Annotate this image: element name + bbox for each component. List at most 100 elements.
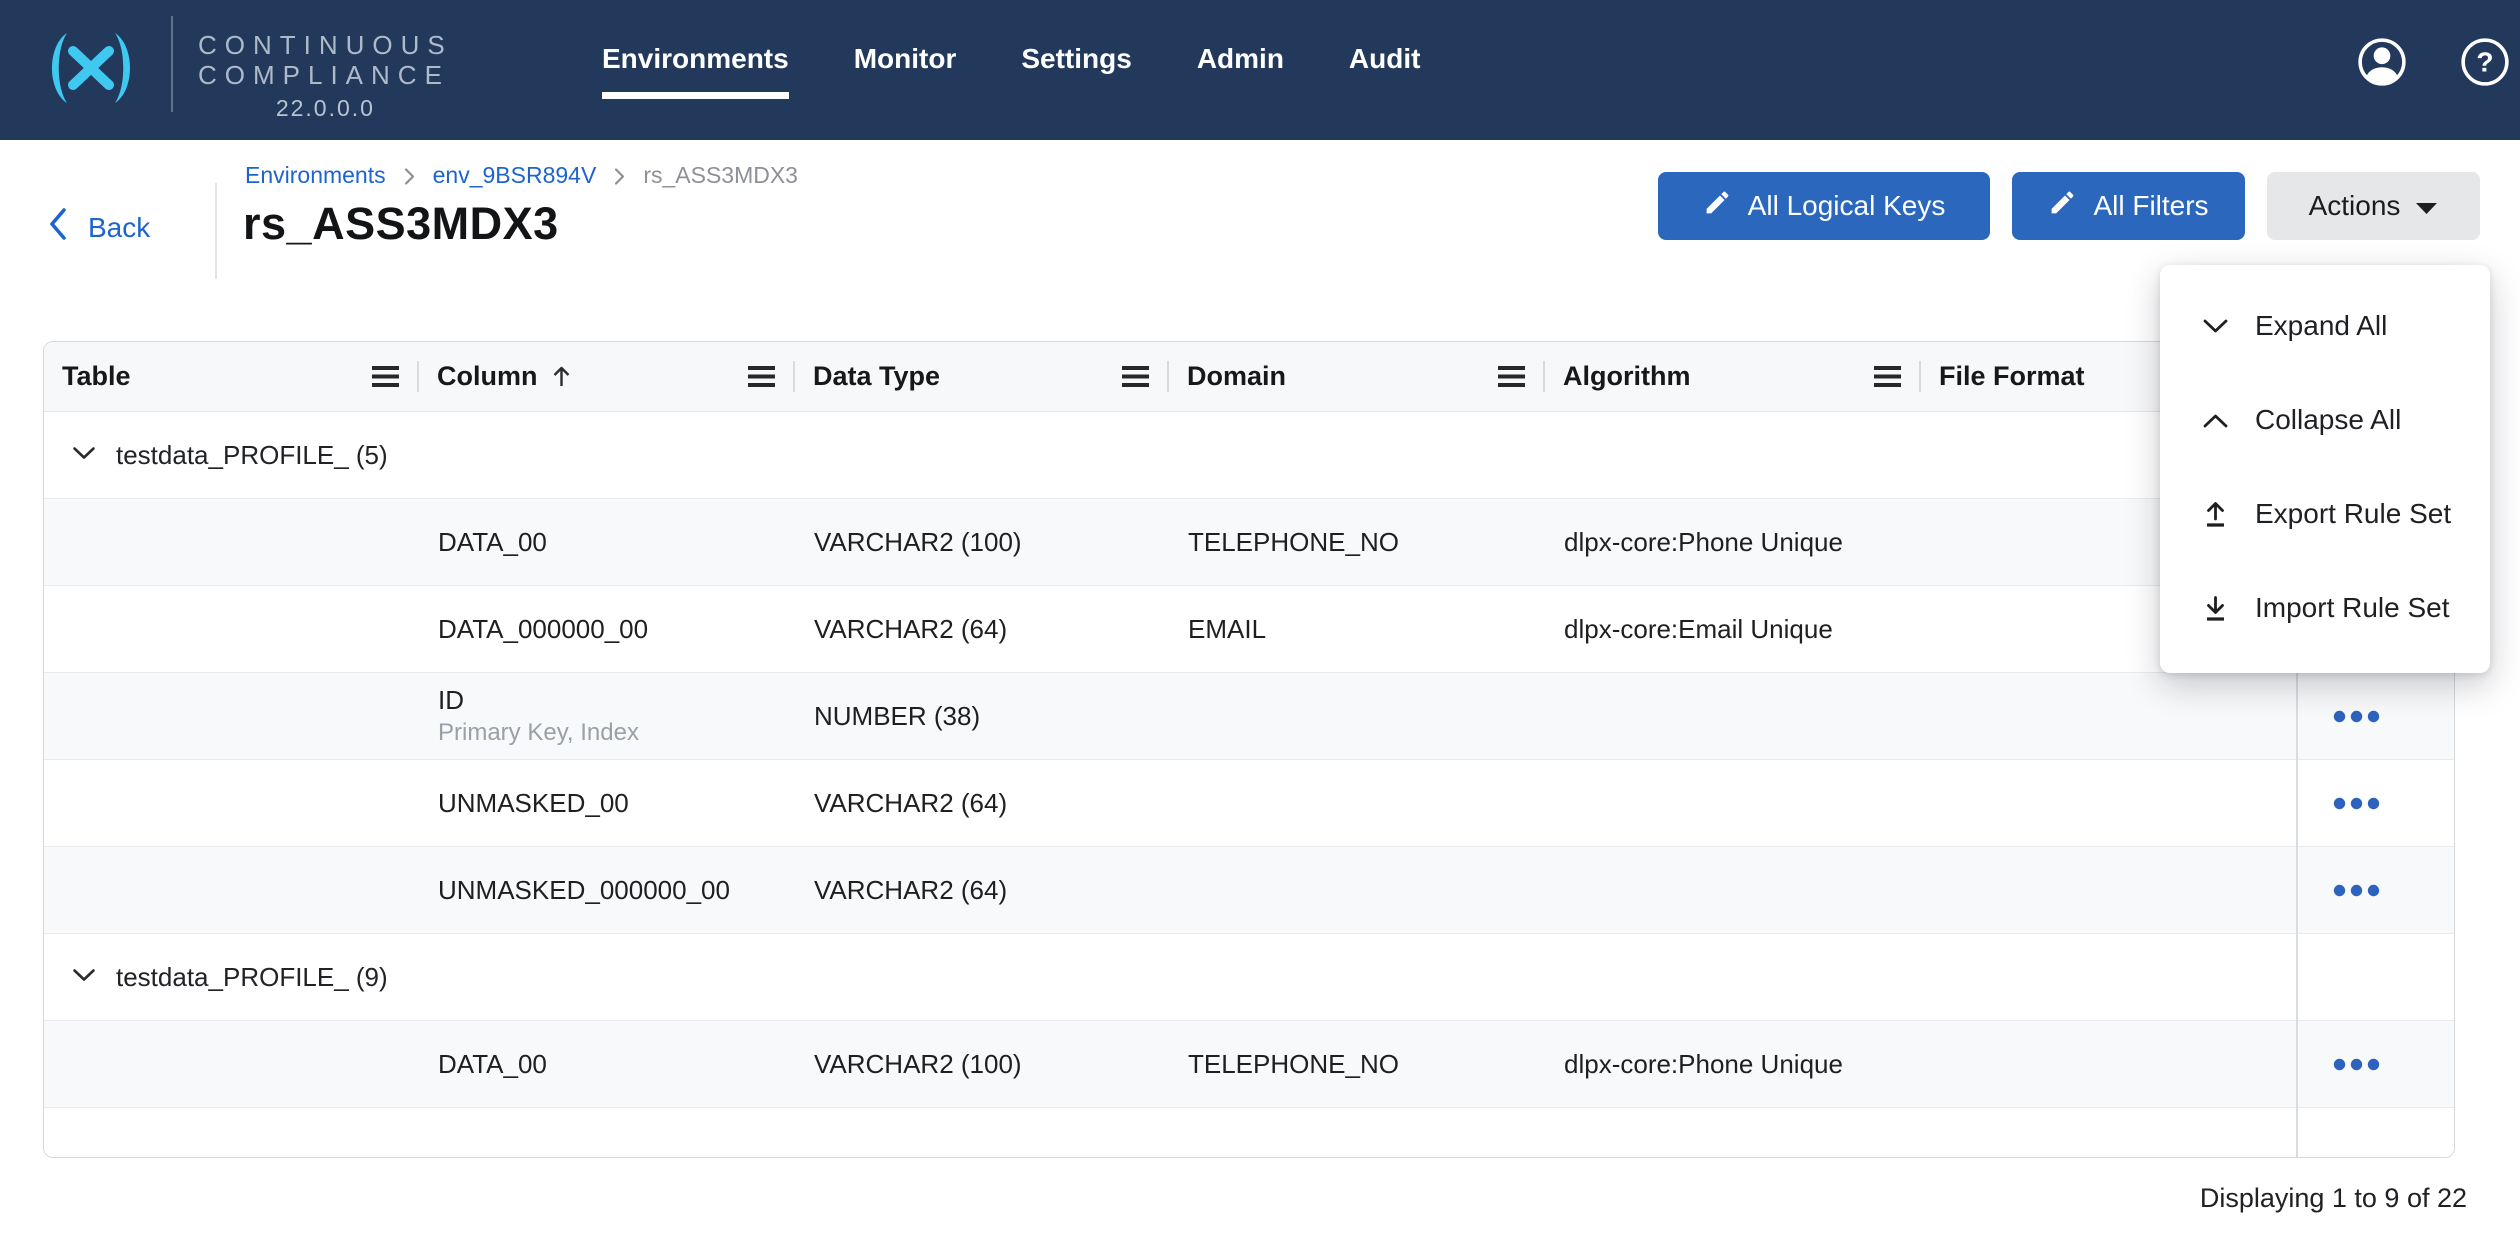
table-group-row[interactable]: testdata_PROFILE_ (5) (44, 412, 2454, 499)
brand-line1: CONTINUOUS (198, 30, 453, 60)
actions-dropdown-menu: Expand All Collapse All Export Rule Set Imp… (2160, 265, 2490, 673)
row-actions-button[interactable] (2327, 791, 2386, 816)
all-filters-button[interactable]: All Filters (2012, 172, 2245, 240)
chevron-down-icon[interactable] (72, 968, 96, 987)
cell-algorithm: dlpx-core:Phone Unique (1545, 499, 1921, 585)
breadcrumb-link-env-9bsr894v[interactable]: env_9BSR894V (433, 162, 597, 189)
cell-column: UNMASKED_00 (419, 760, 795, 846)
sort-ascending-icon[interactable] (551, 365, 572, 388)
cell-algorithm: dlpx-core:Phone Unique (1545, 1021, 1921, 1107)
help-button[interactable]: ? (2460, 37, 2510, 90)
actions-label: Actions (2309, 190, 2401, 222)
breadcrumb-current: rs_ASS3MDX3 (643, 162, 798, 189)
row-actions-button[interactable] (2327, 704, 2386, 729)
nav-item-environments[interactable]: Environments (602, 36, 789, 82)
cell-file-format (1921, 760, 2296, 846)
menu-item-label: Import Rule Set (2255, 592, 2450, 624)
page-title: rs_ASS3MDX3 (243, 198, 559, 250)
brand: CONTINUOUS COMPLIANCE 22.0.0.0 (37, 0, 453, 140)
cell-file-format (1921, 1021, 2296, 1107)
cell-column: DATA_00 (419, 499, 795, 585)
cell-algorithm (1545, 847, 1921, 933)
nav-item-monitor[interactable]: Monitor (854, 36, 957, 82)
column-name: DATA_000000_00 (438, 614, 648, 645)
table-header-row: TableColumnData TypeDomainAlgorithmFile … (44, 342, 2454, 412)
column-name: UNMASKED_00 (438, 788, 629, 819)
column-name: UNMASKED_000000_00 (438, 875, 730, 906)
menu-item-export-rule-set[interactable]: Export Rule Set (2160, 467, 2490, 561)
brand-divider (171, 16, 173, 112)
nav-item-admin[interactable]: Admin (1197, 36, 1284, 82)
column-menu-button-column[interactable] (744, 362, 779, 391)
table-row: IDPrimary Key, IndexNUMBER (38) (44, 673, 2454, 760)
cell-table (44, 1021, 419, 1107)
chevron-left-icon (48, 207, 68, 248)
cell-actions (2296, 760, 2454, 846)
breadcrumb-link-environments[interactable]: Environments (245, 162, 386, 189)
nav-item-settings[interactable]: Settings (1021, 36, 1131, 82)
cell-file-format (1921, 673, 2296, 759)
all-filters-label: All Filters (2093, 190, 2208, 222)
cell-column: DATA_00 (419, 1021, 795, 1107)
column-header-data-type: Data Type (795, 342, 1169, 411)
column-header-column: Column (419, 342, 795, 411)
table-row: DATA_000000_00VARCHAR2 (64)EMAILdlpx-cor… (44, 586, 2454, 673)
cell-column: IDPrimary Key, Index (419, 673, 795, 759)
title-divider (215, 183, 217, 279)
column-name: ID (438, 685, 464, 716)
menu-item-import-rule-set[interactable]: Import Rule Set (2160, 561, 2490, 655)
row-actions-button[interactable] (2327, 1052, 2386, 1077)
main-nav: Environments Monitor Settings Admin Audit (602, 36, 1420, 82)
pagination-status: Displaying 1 to 9 of 22 (2200, 1183, 2467, 1214)
user-avatar-icon (2357, 37, 2407, 90)
cell-actions (2296, 1021, 2454, 1107)
cell-data-type: VARCHAR2 (100) (795, 499, 1169, 585)
cell-data-type: VARCHAR2 (64) (795, 760, 1169, 846)
cell-algorithm (1545, 673, 1921, 759)
back-button[interactable]: Back (48, 207, 150, 248)
column-menu-button-domain[interactable] (1494, 362, 1529, 391)
table-row: UNMASKED_000000_00 VARCHAR2 (64) (44, 847, 2454, 934)
cell-domain (1169, 847, 1545, 933)
chevron-down-icon (2202, 318, 2229, 335)
column-menu-button-algorithm[interactable] (1870, 362, 1905, 391)
menu-item-label: Expand All (2255, 310, 2387, 342)
all-logical-keys-button[interactable]: All Logical Keys (1658, 172, 1990, 240)
table-row: DATA_00VARCHAR2 (100)TELEPHONE_NOdlpx-co… (44, 1021, 2454, 1108)
menu-item-label: Export Rule Set (2255, 498, 2451, 530)
menu-item-collapse-all[interactable]: Collapse All (2160, 373, 2490, 467)
cell-algorithm (1545, 760, 1921, 846)
table-group-row[interactable]: testdata_PROFILE_ (9) (44, 934, 2454, 1021)
cell-column: DATA_000000_00 (419, 586, 795, 672)
column-header-label: Algorithm (1563, 361, 1691, 392)
back-label: Back (88, 212, 150, 244)
column-menu-button-table[interactable] (368, 362, 403, 391)
download-icon (2202, 594, 2229, 622)
caret-down-icon (2415, 190, 2438, 222)
table-row: DATA_00VARCHAR2 (100)TELEPHONE_NOdlpx-co… (44, 499, 2454, 586)
column-header-domain: Domain (1169, 342, 1545, 411)
column-menu-button-data-type[interactable] (1118, 362, 1153, 391)
user-account-button[interactable] (2357, 37, 2407, 90)
cell-actions (2296, 673, 2454, 759)
column-header-table: Table (44, 342, 419, 411)
menu-item-expand-all[interactable]: Expand All (2160, 279, 2490, 373)
row-actions-button[interactable] (2327, 878, 2386, 903)
rule-set-table: TableColumnData TypeDomainAlgorithmFile … (43, 341, 2455, 1158)
column-header-label: Column (437, 361, 538, 392)
cell-domain (1169, 760, 1545, 846)
cell-file-format (1921, 847, 2296, 933)
breadcrumb-separator-icon (613, 167, 626, 186)
cell-data-type: VARCHAR2 (64) (795, 847, 1169, 933)
breadcrumb: Environments env_9BSR894V rs_ASS3MDX3 (245, 162, 798, 189)
cell-domain: TELEPHONE_NO (1169, 499, 1545, 585)
pencil-icon (1703, 188, 1732, 224)
actions-button[interactable]: Actions (2267, 172, 2480, 240)
pencil-icon (2048, 188, 2077, 224)
cell-data-type: VARCHAR2 (64) (795, 586, 1169, 672)
chevron-down-icon[interactable] (72, 446, 96, 465)
nav-item-audit[interactable]: Audit (1349, 36, 1421, 82)
column-header-label: Domain (1187, 361, 1286, 392)
group-table-name: testdata_PROFILE_ (5) (116, 440, 388, 471)
column-name: DATA_00 (438, 1049, 547, 1080)
